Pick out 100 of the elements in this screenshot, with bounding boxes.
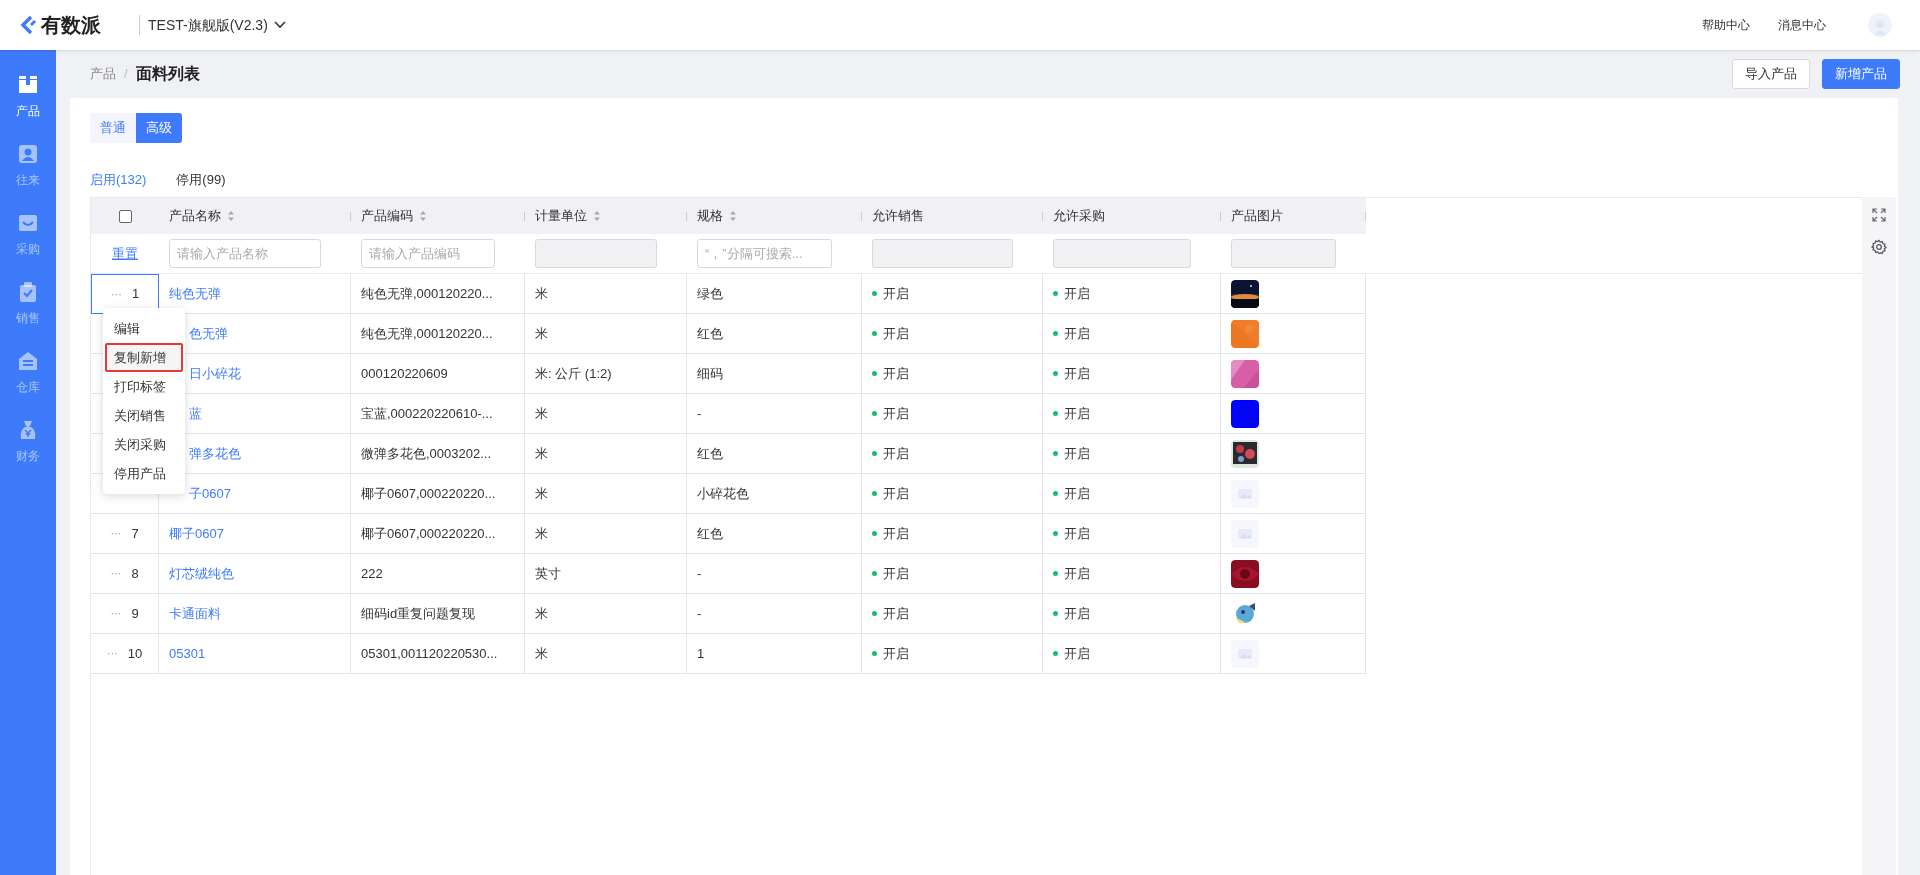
product-name-link[interactable]: 日小碎花 xyxy=(189,363,241,384)
table-cell-text: 绿色 xyxy=(697,284,723,303)
tray-icon xyxy=(17,212,39,234)
avatar-icon[interactable] xyxy=(1868,13,1892,37)
column-header[interactable]: 允许采购 xyxy=(1053,206,1105,226)
product-name-link[interactable]: 子0607 xyxy=(189,483,231,504)
table-cell-text: 米 xyxy=(535,284,548,303)
status-text: 开启 xyxy=(1064,444,1090,463)
status-text: 开启 xyxy=(1064,404,1090,423)
secondary-button[interactable]: 导入产品 xyxy=(1732,59,1810,89)
table-cell-text: 米 xyxy=(535,444,548,463)
column-header[interactable]: 产品图片 xyxy=(1231,206,1283,226)
action-cell[interactable]: ··· 9 xyxy=(91,594,159,634)
table-cell-text: 米 xyxy=(535,524,548,543)
status-text: 开启 xyxy=(1064,364,1090,383)
breadcrumb-separator: / xyxy=(124,65,128,84)
table-cell-text: 红色 xyxy=(697,524,723,543)
status-text: 开启 xyxy=(883,484,909,503)
status-text: 开启 xyxy=(1064,524,1090,543)
status-text: 开启 xyxy=(1064,284,1090,303)
product-name-link[interactable]: 蓝 xyxy=(189,403,202,424)
settings-icon[interactable] xyxy=(1871,239,1887,255)
menu-item[interactable]: 关闭采购 xyxy=(105,430,183,459)
menu-item[interactable]: 停用产品 xyxy=(105,459,183,488)
status-text: 开启 xyxy=(1064,644,1090,663)
filter-field[interactable]: 请输入产品编码 xyxy=(361,239,495,268)
table-cell-text: 000120220609 xyxy=(361,364,448,383)
table-cell-text: 米 xyxy=(535,324,548,343)
column-header[interactable]: 允许销售 xyxy=(872,206,924,226)
action-cell[interactable]: ··· 10 xyxy=(91,634,159,674)
table-cell-text: 米 xyxy=(535,404,548,423)
header-link[interactable]: 帮助中心 xyxy=(1702,16,1750,34)
column-header[interactable]: 产品编码 xyxy=(361,206,413,226)
table-cell-text: 纯色无弹,000120220... xyxy=(361,284,493,303)
table-cell-text: 小碎花色 xyxy=(697,484,749,503)
contact-icon xyxy=(17,143,39,165)
table-cell-text: 05301,001120220530... xyxy=(361,644,498,663)
table-cell-text: - xyxy=(697,564,702,583)
image-placeholder-icon xyxy=(1231,479,1259,508)
table-cell-text: 米 xyxy=(535,644,548,663)
status-text: 开启 xyxy=(883,564,909,583)
logo-text: 有数派 xyxy=(41,13,101,38)
table-cell-text: 米 xyxy=(535,604,548,623)
product-name-link[interactable]: 灯芯绒纯色 xyxy=(169,563,234,584)
mode-toggle-option[interactable]: 普通 xyxy=(90,113,136,143)
table-cell-text: 椰子0607,000220220... xyxy=(361,524,496,543)
status-text: 开启 xyxy=(1064,324,1090,343)
sort-icon[interactable] xyxy=(593,210,601,222)
product-name-link[interactable]: 弹多花色 xyxy=(189,443,241,464)
status-text: 开启 xyxy=(883,524,909,543)
table-cell-text: 微弹多花色,0003202... xyxy=(361,444,492,463)
filter-field[interactable]: 请输入产品名称 xyxy=(169,239,321,268)
menu-item[interactable]: 编辑 xyxy=(105,314,183,343)
sort-icon[interactable] xyxy=(227,210,235,222)
workspace-selector[interactable]: TEST-旗舰版(V2.3) xyxy=(148,14,286,36)
primary-button[interactable]: 新增产品 xyxy=(1822,59,1900,89)
fullscreen-icon[interactable] xyxy=(1871,207,1887,223)
status-text: 开启 xyxy=(883,324,909,343)
table-cell-text: 米 xyxy=(535,484,548,503)
mode-toggle-option[interactable]: 高级 xyxy=(136,113,182,143)
product-name-link[interactable]: 05301 xyxy=(169,643,206,664)
menu-item[interactable]: 关闭销售 xyxy=(105,401,183,430)
product-name-link[interactable]: 椰子0607 xyxy=(169,523,224,544)
column-header[interactable]: 产品名称 xyxy=(169,206,221,226)
select-all-checkbox[interactable] xyxy=(118,209,132,223)
product-name-link[interactable]: 纯色无弹 xyxy=(169,283,221,304)
table-cell-text: 222 xyxy=(361,564,383,583)
column-header[interactable]: 计量单位 xyxy=(535,206,587,226)
header-link[interactable]: 消息中心 xyxy=(1778,16,1826,34)
status-text: 开启 xyxy=(1064,484,1090,503)
table-cell-text: 米: 公斤 (1:2) xyxy=(535,364,612,383)
filter-field[interactable]: “，”分隔可搜索... xyxy=(697,239,832,268)
sidebar-item[interactable]: 产品 xyxy=(16,74,40,120)
action-cell[interactable]: ··· 8 xyxy=(91,554,159,594)
warehouse-icon xyxy=(17,350,39,372)
table-cell-text: 细码id重复问题复现 xyxy=(361,604,476,623)
table-cell-text: 1 xyxy=(697,644,705,663)
image-placeholder-icon xyxy=(1231,639,1259,668)
column-header[interactable]: 规格 xyxy=(697,206,723,226)
status-text: 开启 xyxy=(883,404,909,423)
image-placeholder-icon xyxy=(1231,519,1259,548)
sort-icon[interactable] xyxy=(729,210,737,222)
menu-item[interactable]: 复制新增 xyxy=(105,343,183,372)
status-tab[interactable]: 停用(99) xyxy=(176,169,226,189)
action-cell[interactable]: ··· 7 xyxy=(91,514,159,554)
table-cell-text: 英寸 xyxy=(535,564,561,583)
box-icon xyxy=(17,74,39,96)
clipboard-icon xyxy=(17,281,39,303)
reset-link[interactable]: 重置 xyxy=(112,243,138,264)
status-text: 开启 xyxy=(883,644,909,663)
sort-icon[interactable] xyxy=(419,210,427,222)
table-cell-text: - xyxy=(697,404,702,423)
product-name-link[interactable]: 卡通面料 xyxy=(169,603,221,624)
status-tab[interactable]: 启用(132) xyxy=(90,169,147,189)
product-name-link[interactable]: 色无弹 xyxy=(189,323,228,344)
menu-item[interactable]: 打印标签 xyxy=(105,372,183,401)
table-cell-text: 红色 xyxy=(697,444,723,463)
status-text: 开启 xyxy=(883,444,909,463)
status-text: 开启 xyxy=(883,604,909,623)
status-text: 开启 xyxy=(1064,604,1090,623)
